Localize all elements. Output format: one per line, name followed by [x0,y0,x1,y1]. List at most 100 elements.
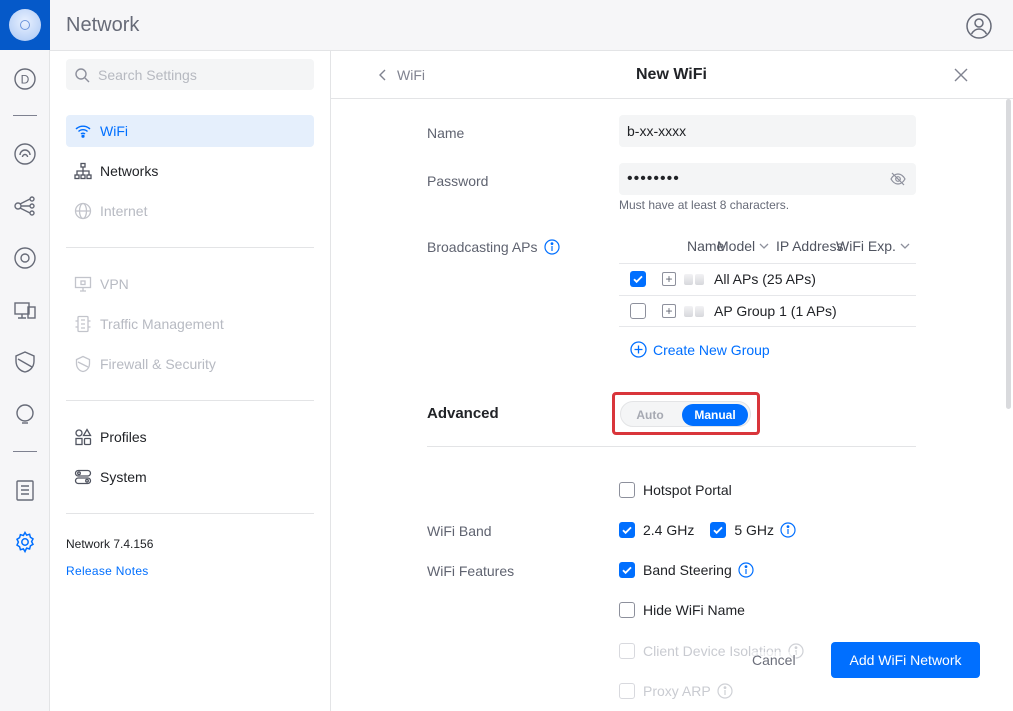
sidebar-item-firewall-security[interactable]: Firewall & Security [66,348,314,380]
shield-icon [72,353,94,375]
ap-row-group-1[interactable]: + AP Group 1 (1 APs) [619,295,916,326]
password-value: •••••••• [627,170,680,187]
sidebar-item-networks[interactable]: Networks [66,155,314,187]
app-rail: D [0,0,50,711]
band-steering-option[interactable]: Band Steering [619,562,754,578]
ap-all-checkbox[interactable] [630,271,646,287]
sidebar-item-internet[interactable]: Internet [66,195,314,227]
rail-divider [13,451,37,452]
hide-wifi-name-option[interactable]: Hide WiFi Name [619,602,745,618]
ap-group-checkbox[interactable] [630,303,646,319]
create-new-group-link[interactable]: Create New Group [630,341,770,358]
ap-column-ip-address[interactable]: IP Address [776,238,843,254]
band-24-label: 2.4 GHz [643,522,695,538]
settings-sidebar: WiFi Networks Internet VPN Traffic Manag… [50,51,331,711]
column-wifi-exp-label: WiFi Exp. [836,238,896,254]
logs-clipboard-icon[interactable] [12,477,38,503]
wifi-features-label: WiFi Features [427,563,515,579]
eye-hidden-icon[interactable] [890,171,906,187]
clients-icon[interactable] [12,245,38,271]
sidebar-item-wifi[interactable]: WiFi [66,115,314,147]
ap-row-all[interactable]: + All APs (25 APs) [619,263,916,294]
ap-column-model[interactable]: Model [717,238,769,254]
network-tree-icon [72,160,94,182]
rail-divider [13,115,37,116]
traffic-icon [72,313,94,335]
column-ip-label: IP Address [776,238,844,254]
create-new-group-label: Create New Group [653,341,770,358]
password-hint: Must have at least 8 characters. [619,198,790,212]
sidebar-item-label: WiFi [100,123,128,139]
cancel-button[interactable]: Cancel [752,652,796,668]
sidebar-item-system[interactable]: System [66,461,314,493]
settings-gear-icon[interactable] [12,529,38,555]
name-field[interactable] [619,115,916,147]
security-shield-icon[interactable] [12,349,38,375]
search-icon [75,67,90,82]
sidebar-item-label: Internet [100,203,148,219]
dashboard-d-icon[interactable]: D [12,66,38,92]
vpn-monitor-icon [72,273,94,295]
advanced-heading: Advanced [427,405,499,422]
search-box[interactable] [66,59,314,90]
ap-row-label: AP Group 1 (1 APs) [714,303,837,319]
sidebar-item-profiles[interactable]: Profiles [66,421,314,453]
new-wifi-panel: WiFi New WiFi Name Password •••••••• Mus… [331,51,1013,711]
hotspot-portal-checkbox[interactable] [619,482,635,498]
topology-icon[interactable] [12,141,38,167]
profiles-shapes-icon [72,426,94,448]
proxy-arp-checkbox[interactable] [619,683,635,699]
sidebar-item-label: Firewall & Security [100,356,216,372]
alerts-bulb-icon[interactable] [12,401,38,427]
name-label: Name [427,125,465,141]
ap-table-bottom-border [619,326,916,327]
expand-plus-icon[interactable]: + [662,304,676,318]
version-text: Network 7.4.156 [66,537,154,551]
info-icon[interactable] [738,562,754,578]
sidebar-divider [66,247,314,248]
hide-wifi-name-label: Hide WiFi Name [643,602,745,618]
back-link[interactable]: WiFi [377,67,425,83]
expand-plus-icon[interactable]: + [662,272,676,286]
top-bar: Network [50,0,1013,51]
close-icon[interactable] [953,67,969,83]
back-label: WiFi [397,67,425,83]
hotspot-portal-label: Hotspot Portal [643,482,732,498]
unifi-logo[interactable] [0,0,50,50]
wifi-icon [72,120,94,142]
sidebar-item-label: VPN [100,276,129,292]
sidebar-divider [66,513,314,514]
panel-title: New WiFi [636,66,707,83]
sidebar-item-label: System [100,469,147,485]
password-field[interactable]: •••••••• [619,163,916,195]
scrollbar[interactable] [1006,99,1011,409]
info-icon[interactable] [780,522,796,538]
devices-icon[interactable] [12,193,38,219]
insights-icon[interactable] [12,297,38,323]
proxy-arp-option[interactable]: Proxy ARP [619,683,733,699]
user-avatar-icon[interactable] [966,13,992,39]
client-isolation-checkbox[interactable] [619,643,635,659]
sidebar-item-label: Networks [100,163,159,179]
band-steering-checkbox[interactable] [619,562,635,578]
sidebar-item-traffic-management[interactable]: Traffic Management [66,308,314,340]
info-icon[interactable] [543,239,560,255]
add-wifi-network-button[interactable]: Add WiFi Network [831,642,980,678]
plus-circle-icon [630,341,647,358]
column-model-label: Model [717,238,756,254]
band-5-checkbox[interactable] [710,522,727,538]
sidebar-item-vpn[interactable]: VPN [66,268,314,300]
search-input[interactable] [98,66,298,83]
name-input[interactable] [627,123,877,139]
info-icon[interactable] [717,683,733,699]
hotspot-portal-option[interactable]: Hotspot Portal [619,482,732,498]
advanced-divider [427,446,916,447]
band-24-checkbox[interactable] [619,522,635,538]
release-notes-link[interactable]: Release Notes [66,564,149,578]
sidebar-divider [66,400,314,401]
sidebar-item-label: Profiles [100,429,147,445]
hide-wifi-name-checkbox[interactable] [619,602,635,618]
ap-column-wifi-exp[interactable]: WiFi Exp. [836,238,910,254]
wifi-band-options: 2.4 GHz 5 GHz [619,522,796,538]
highlight-box [612,392,760,435]
